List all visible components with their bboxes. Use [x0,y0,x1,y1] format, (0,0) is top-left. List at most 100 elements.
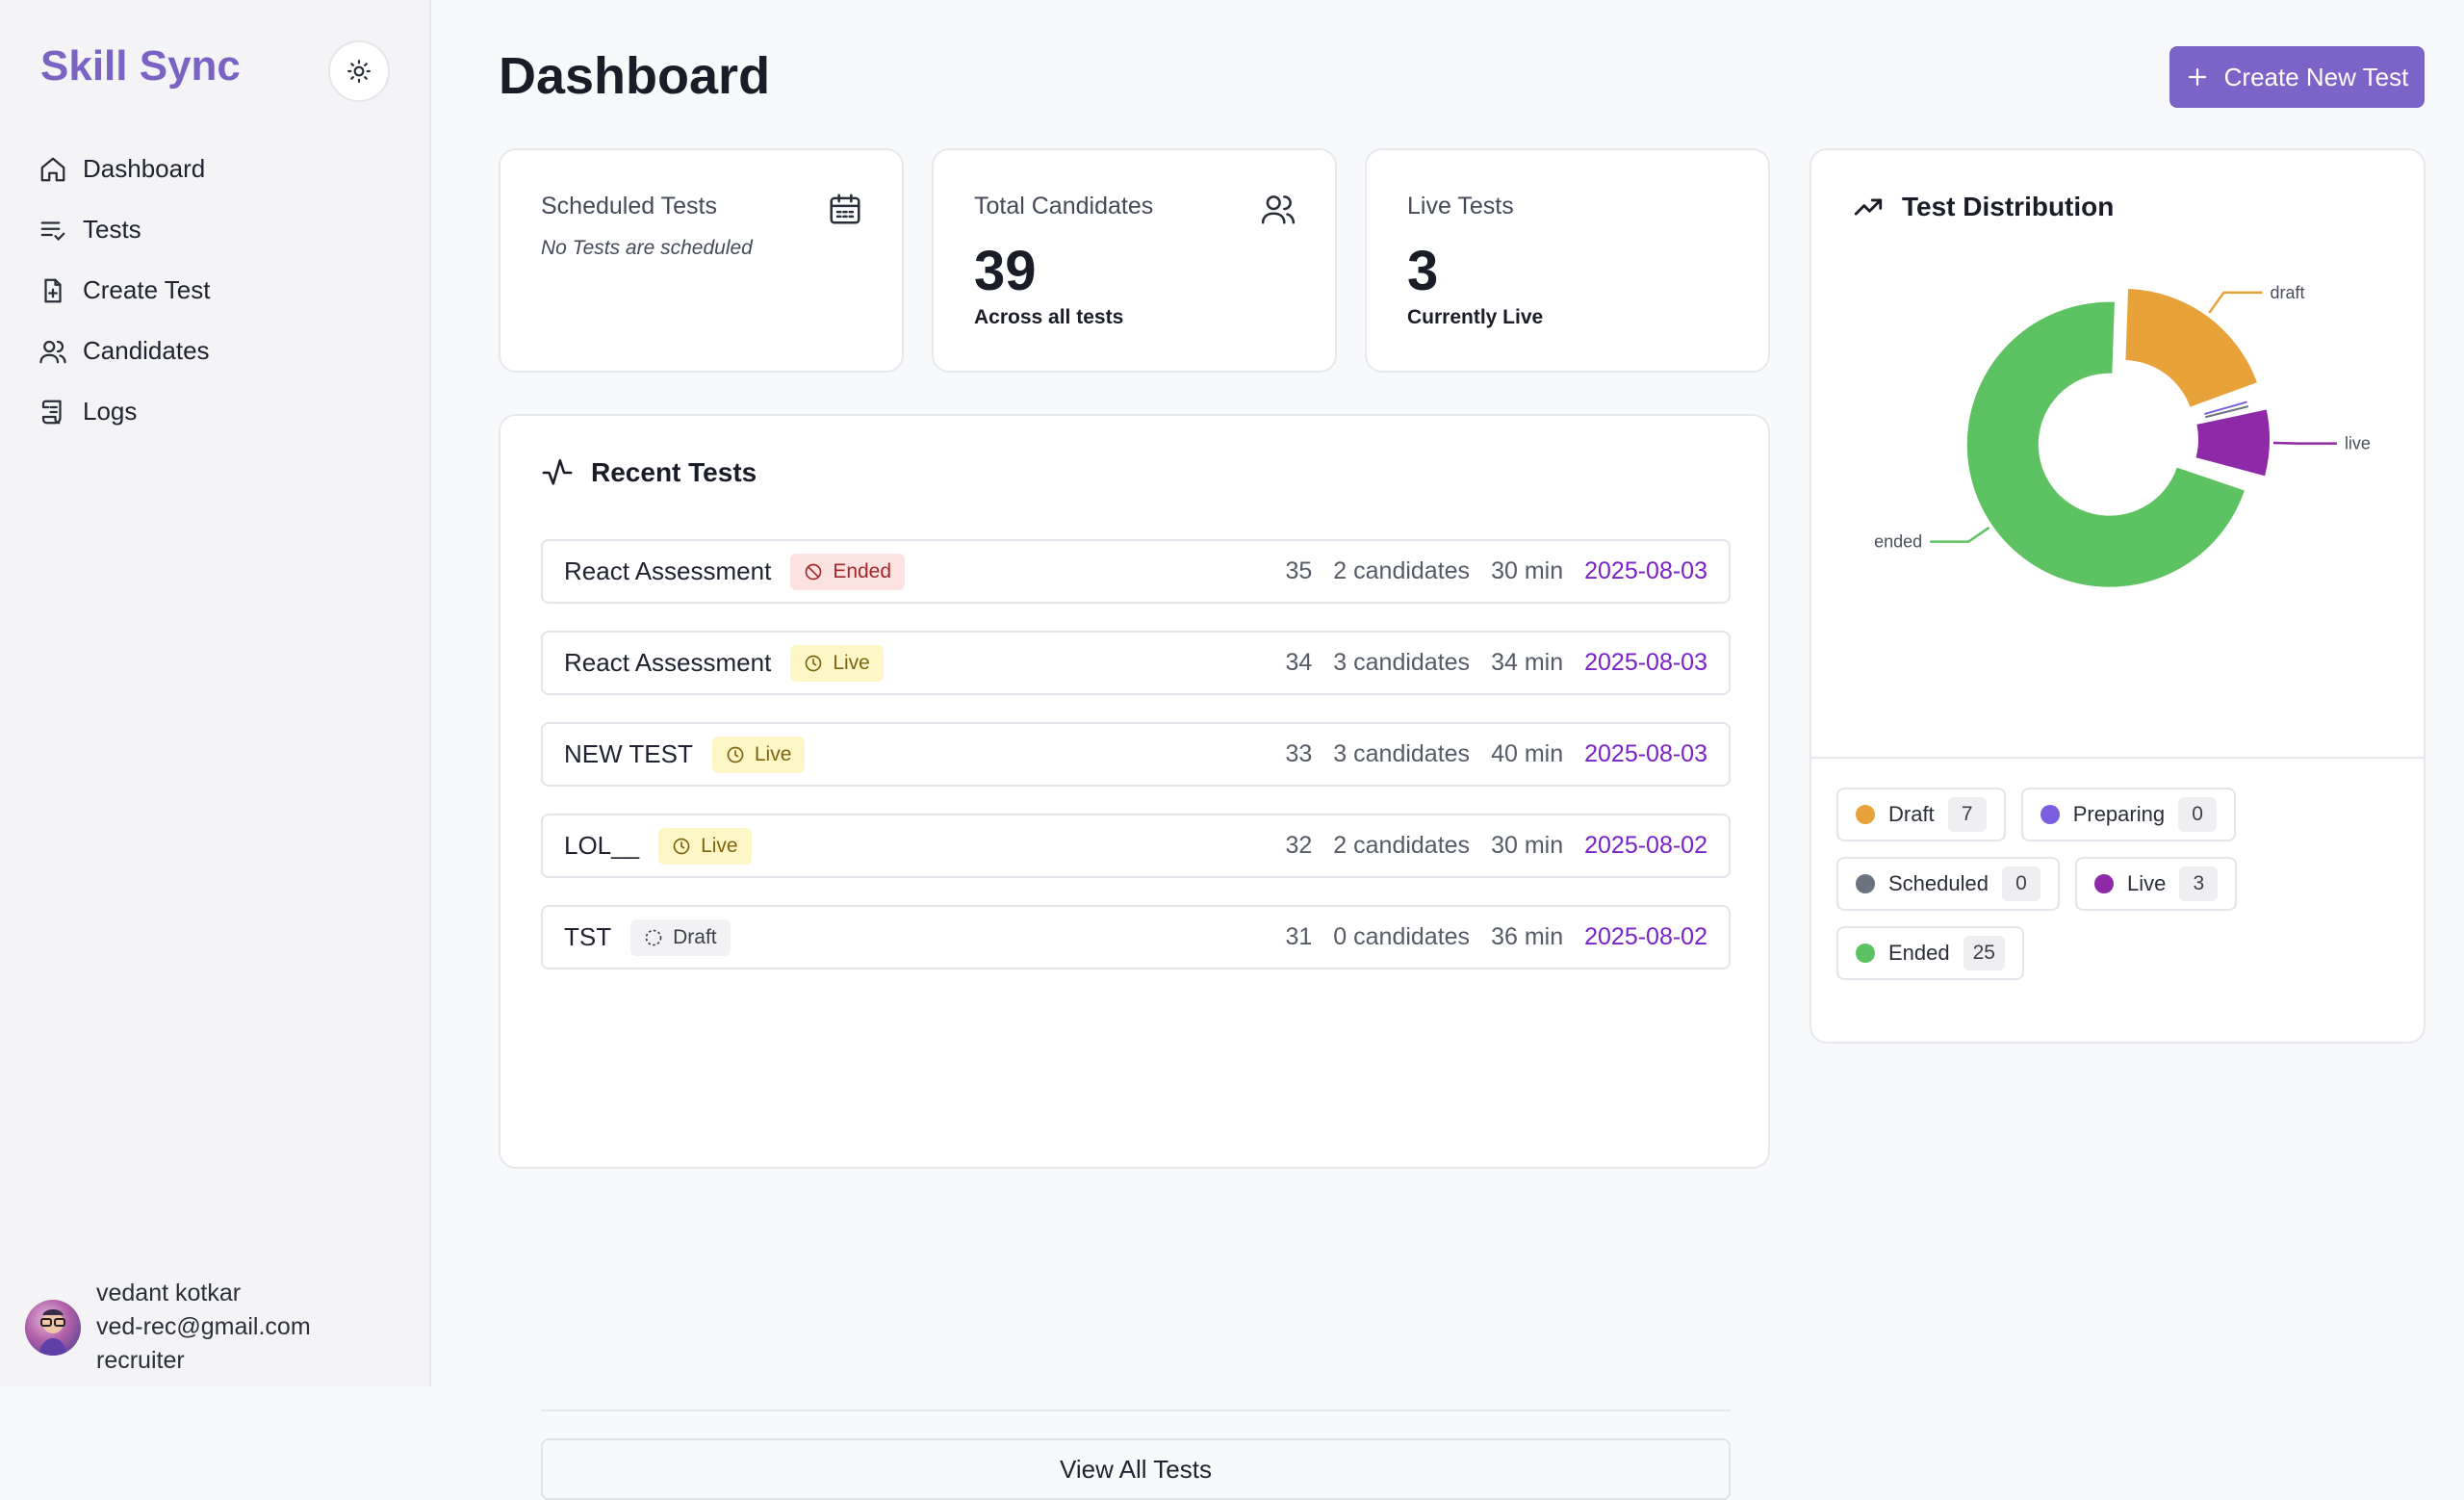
legend-item-draft[interactable]: Draft 7 [1836,788,2006,841]
test-name: NEW TEST [564,739,693,768]
brand-logo[interactable]: Skill Sync [40,42,241,91]
user-name: vedant kotkar [96,1280,242,1306]
candidate-count: 3 candidates [1333,649,1471,676]
sidebar-item-label: Logs [83,397,138,426]
candidate-count: 3 candidates [1333,740,1471,767]
duration: 40 min [1491,740,1564,767]
clock-icon [673,838,690,854]
sidebar-item-label: Candidates [83,336,210,365]
pie-label-line-draft [2208,291,2263,314]
sidebar-item-label: Create Test [83,275,211,304]
recent-tests-title: Recent Tests [591,457,757,487]
pie-slice-live[interactable] [2195,409,2270,477]
view-all-tests-button[interactable]: View All Tests [541,1438,1731,1500]
list-check-icon [40,220,65,241]
table-row[interactable]: NEW TEST Live 33 3 candidates 40 min 202… [541,722,1731,787]
pie-label-live: live [2345,434,2371,453]
sun-icon [347,60,371,83]
candidate-count: 2 candidates [1333,557,1471,584]
duration: 30 min [1491,832,1564,859]
test-name: TST [564,922,612,951]
status-badge: Ended [790,553,906,590]
legend-count: 3 [2179,866,2219,901]
divider [1811,757,2424,759]
sidebar-item-candidates[interactable]: Candidates [38,321,210,381]
legend-item-scheduled[interactable]: Scheduled 0 [1836,857,2060,911]
plus-icon [2188,67,2206,87]
file-plus-icon [44,278,62,302]
legend-label: Live [2126,871,2167,895]
stat-sub: Across all tests [974,306,1124,328]
create-new-test-label: Create New Test [2223,62,2409,91]
loader-dashed-icon [645,929,662,945]
total-candidates-card: Total Candidates 39 Across all tests [932,148,1337,373]
pie-slice-draft[interactable] [2125,289,2257,407]
test-name: React Assessment [564,556,772,585]
sidebar-item-tests[interactable]: Tests [38,199,210,260]
table-row[interactable]: TST Draft 31 0 candidates 36 min 2025-08… [541,905,1731,970]
page-title: Dashboard [499,47,771,105]
table-row[interactable]: React Assessment Ended 35 2 candidates 3… [541,539,1731,604]
create-new-test-button[interactable]: Create New Test [2169,46,2425,108]
row-meta: 33 3 candidates 40 min 2025-08-03 [1285,740,1707,768]
test-date: 2025-08-03 [1584,740,1707,767]
legend-dot [2093,874,2114,893]
legend-item-preparing[interactable]: Preparing 0 [2020,788,2237,841]
legend-label: Preparing [2072,802,2166,826]
row-meta: 34 3 candidates 34 min 2025-08-03 [1285,649,1707,677]
duration: 30 min [1491,557,1564,584]
legend-count: 7 [1947,797,1987,832]
recent-tests-card: Recent Tests React Assessment Ended 35 2… [499,414,1770,1500]
scheduled-tests-card: Scheduled Tests No Tests are scheduled [499,148,904,373]
test-date: 2025-08-03 [1584,557,1707,584]
test-date: 2025-08-02 [1584,832,1707,859]
status-badge-label: Live [833,651,870,674]
stat-label: Scheduled Tests [541,193,717,220]
user-email: ved-rec@gmail.com [96,1313,311,1340]
test-id: 34 [1285,649,1313,676]
pie-label-line-ended [1930,526,1990,543]
duration: 36 min [1491,923,1564,950]
recent-tests-list: React Assessment Ended 35 2 candidates 3… [541,539,1731,996]
test-id: 33 [1285,740,1313,767]
test-date: 2025-08-03 [1584,649,1707,676]
section-title: Recent Tests [541,456,757,489]
stat-value: 39 [974,240,1037,302]
clock-icon [805,655,822,671]
users-icon [39,340,66,363]
status-badge: Live [790,644,884,682]
legend-item-live[interactable]: Live 3 [2074,857,2238,911]
candidate-count: 2 candidates [1333,832,1471,859]
stat-label: Total Candidates [974,193,1154,220]
test-id: 31 [1285,923,1313,950]
table-row[interactable]: React Assessment Live 34 3 candidates 34… [541,631,1731,695]
legend-dot [2040,805,2060,824]
avatar [25,1299,81,1356]
legend-dot [1856,944,1875,963]
table-row[interactable]: LOL__ Live 32 2 candidates 30 min 2025-0… [541,814,1731,878]
legend-count: 0 [2001,866,2040,901]
test-date: 2025-08-02 [1584,923,1707,950]
legend-label: Ended [1888,941,1950,965]
clock-icon [727,746,744,763]
sidebar-item-logs[interactable]: Logs [38,381,210,442]
status-badge-label: Ended [833,559,892,582]
sidebar-item-create-test[interactable]: Create Test [38,260,210,321]
sidebar-item-dashboard[interactable]: Dashboard [38,139,210,199]
user-role: recruiter [96,1347,185,1374]
home-icon [40,157,65,181]
chart-legend: Draft 7 Preparing 0 Scheduled 0 Live 3 E… [1836,788,2395,980]
pie-label-line-live [2272,441,2337,445]
test-name: LOL__ [564,831,640,860]
sidebar-item-label: Tests [83,215,141,244]
status-badge: Live [711,736,806,773]
user-profile[interactable]: vedant kotkar ved-rec@gmail.com recruite… [25,1277,311,1378]
sidebar-nav: Dashboard Tests Create Test Candidates L… [38,139,210,442]
live-tests-card: Live Tests 3 Currently Live [1365,148,1770,373]
theme-toggle-button[interactable] [328,40,390,102]
pie-label-ended: ended [1874,532,1922,552]
test-distribution-donut-chart: draft live ended [1874,283,2371,587]
stat-sub: Currently Live [1407,306,1544,328]
legend-item-ended[interactable]: Ended 25 [1836,926,2024,980]
duration: 34 min [1491,649,1564,676]
